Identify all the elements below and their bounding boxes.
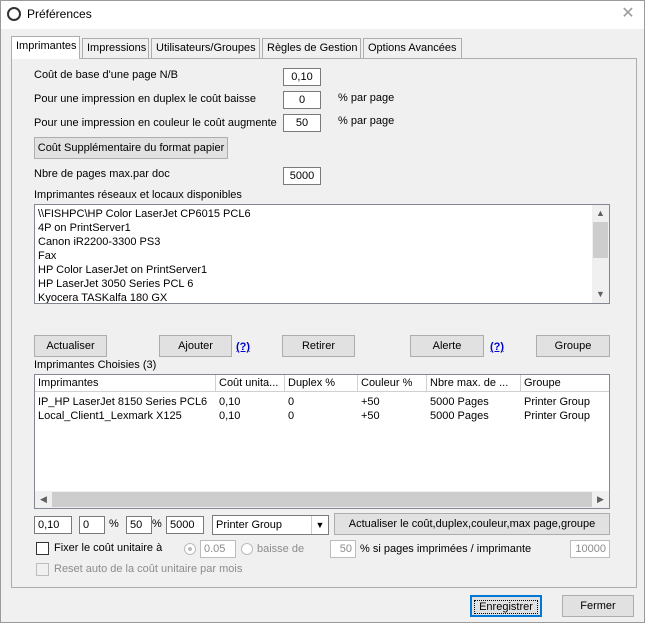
save-button[interactable]: Enregistrer <box>470 595 542 617</box>
color-input[interactable]: 50 <box>283 114 321 132</box>
available-printers-list[interactable]: \\FISHPC\HP Color LaserJet CP6015 PCL6 4… <box>34 204 610 304</box>
save-button-label: Enregistrer <box>474 600 538 614</box>
column-header-groupe[interactable]: Groupe <box>521 375 609 392</box>
printers-panel: Coût de base d'une page N/B 0,10 Pour un… <box>11 58 637 588</box>
column-header-cout[interactable]: Coût unita... <box>216 375 285 392</box>
fix-value-radio[interactable] <box>184 543 196 555</box>
list-item[interactable]: HP Color LaserJet on PrintServer1 <box>35 263 609 277</box>
threshold-input[interactable]: 10000 <box>570 540 610 558</box>
tab-utilisateurs-groupes[interactable]: Utilisateurs/Groupes <box>151 38 260 58</box>
fix-cost-label: Fixer le coût unitaire à <box>54 542 163 554</box>
list-item[interactable]: 4P on PrintServer1 <box>35 221 609 235</box>
hscroll-thumb[interactable] <box>52 492 592 507</box>
chevron-down-icon[interactable]: ▼ <box>311 516 328 534</box>
row-group: Printer Group <box>524 410 591 422</box>
base-cost-label: Coût de base d'une page N/B <box>34 69 178 81</box>
close-button[interactable]: Fermer <box>562 595 634 617</box>
remove-button[interactable]: Retirer <box>282 335 355 357</box>
window-title: Préférences <box>27 7 92 21</box>
group-button[interactable]: Groupe <box>536 335 610 357</box>
scroll-down-icon[interactable]: ▼ <box>592 286 609 303</box>
scroll-thumb[interactable] <box>593 222 608 258</box>
reduce-suffix-label: % si pages imprimées / imprimante <box>360 543 532 555</box>
tab-imprimantes[interactable]: Imprimantes <box>11 36 80 59</box>
row-max-pages: 5000 Pages <box>430 410 489 422</box>
update-settings-button[interactable]: Actualiser le coût,duplex,couleur,max pa… <box>334 513 610 535</box>
scroll-right-icon[interactable]: ▶ <box>592 491 609 508</box>
row-duplex: 0 <box>288 396 295 408</box>
monthly-reset-label: Reset auto de la coût unitaire par mois <box>54 563 243 575</box>
preferences-window: Préférences ✕ Imprimantes Impressions Ut… <box>0 0 645 623</box>
add-help-link[interactable]: (?) <box>236 341 250 353</box>
column-header-duplex[interactable]: Duplex % <box>285 375 358 392</box>
color-unit: % par page <box>338 115 395 127</box>
column-header-imprimantes[interactable]: Imprimantes <box>35 375 216 392</box>
tab-impressions[interactable]: Impressions <box>82 38 149 58</box>
list-item[interactable]: Canon iR2200-3300 PS3 <box>35 235 609 249</box>
row-duplex: 0 <box>288 410 295 422</box>
column-header-max-pages[interactable]: Nbre max. de ... <box>427 375 521 392</box>
duplex-input[interactable]: 0 <box>283 91 321 109</box>
row-cost: 0,10 <box>219 410 241 422</box>
title-bar: Préférences ✕ <box>1 1 644 29</box>
edit-duplex-input[interactable]: 0 <box>79 516 105 534</box>
scroll-left-icon[interactable]: ◀ <box>35 491 52 508</box>
monthly-reset-checkbox[interactable] <box>36 563 49 576</box>
paper-format-cost-button[interactable]: Coût Supplémentaire du format papier <box>34 137 228 159</box>
alert-button[interactable]: Alerte <box>410 335 484 357</box>
chosen-printers-table[interactable]: Imprimantes Coût unita... Duplex % Coule… <box>34 374 610 509</box>
group-select[interactable]: Printer Group ▼ <box>212 515 329 535</box>
add-button[interactable]: Ajouter <box>159 335 232 357</box>
max-pages-label: Nbre de pages max.par doc <box>34 168 170 180</box>
list-item[interactable]: HP LaserJet 3050 Series PCL 6 <box>35 277 609 291</box>
list-item[interactable]: Kyocera TASKalfa 180 GX <box>35 291 609 303</box>
chosen-table-hscrollbar[interactable]: ◀ ▶ <box>35 491 609 508</box>
row-group: Printer Group <box>524 396 591 408</box>
list-item[interactable]: Fax <box>35 249 609 263</box>
duplex-unit: % par page <box>338 92 395 104</box>
available-printers-label: Imprimantes réseaux et locaux disponible… <box>34 189 242 201</box>
scroll-up-icon[interactable]: ▲ <box>592 205 609 222</box>
close-icon[interactable]: ✕ <box>617 3 639 25</box>
row-color: +50 <box>361 396 380 408</box>
tab-regles-gestion[interactable]: Règles de Gestion <box>262 38 361 58</box>
color-label: Pour une impression en couleur le coût a… <box>34 117 277 129</box>
row-cost: 0,10 <box>219 396 241 408</box>
tab-options-avancees[interactable]: Options Avancées <box>363 38 462 58</box>
row-printer: IP_HP LaserJet 8150 Series PCL6 <box>38 396 208 408</box>
alert-help-link[interactable]: (?) <box>490 341 504 353</box>
row-printer: Local_Client1_Lexmark X125 <box>38 410 182 422</box>
refresh-button[interactable]: Actualiser <box>34 335 107 357</box>
row-max-pages: 5000 Pages <box>430 396 489 408</box>
color-percent-label: % <box>152 518 162 530</box>
edit-cost-input[interactable]: 0,10 <box>34 516 72 534</box>
column-header-couleur[interactable]: Couleur % <box>358 375 427 392</box>
duplex-percent-label: % <box>109 518 119 530</box>
max-pages-input[interactable]: 5000 <box>283 167 321 185</box>
reduce-percent-input[interactable]: 50 <box>330 540 356 558</box>
row-color: +50 <box>361 410 380 422</box>
fix-cost-checkbox[interactable] <box>36 542 49 555</box>
fix-value-input[interactable]: 0.05 <box>200 540 236 558</box>
app-icon <box>7 7 21 21</box>
base-cost-input[interactable]: 0,10 <box>283 68 321 86</box>
reduce-radio[interactable] <box>241 543 253 555</box>
list-item[interactable]: \\FISHPC\HP Color LaserJet CP6015 PCL6 <box>35 207 609 221</box>
chosen-printers-label: Imprimantes Choisies (3) <box>34 359 157 371</box>
available-list-scrollbar[interactable]: ▲ ▼ <box>592 205 609 303</box>
group-select-value: Printer Group <box>216 519 283 531</box>
duplex-label: Pour une impression en duplex le coût ba… <box>34 93 256 105</box>
edit-color-input[interactable]: 50 <box>126 516 152 534</box>
reduce-label: baisse de <box>257 543 305 555</box>
edit-max-pages-input[interactable]: 5000 <box>166 516 204 534</box>
